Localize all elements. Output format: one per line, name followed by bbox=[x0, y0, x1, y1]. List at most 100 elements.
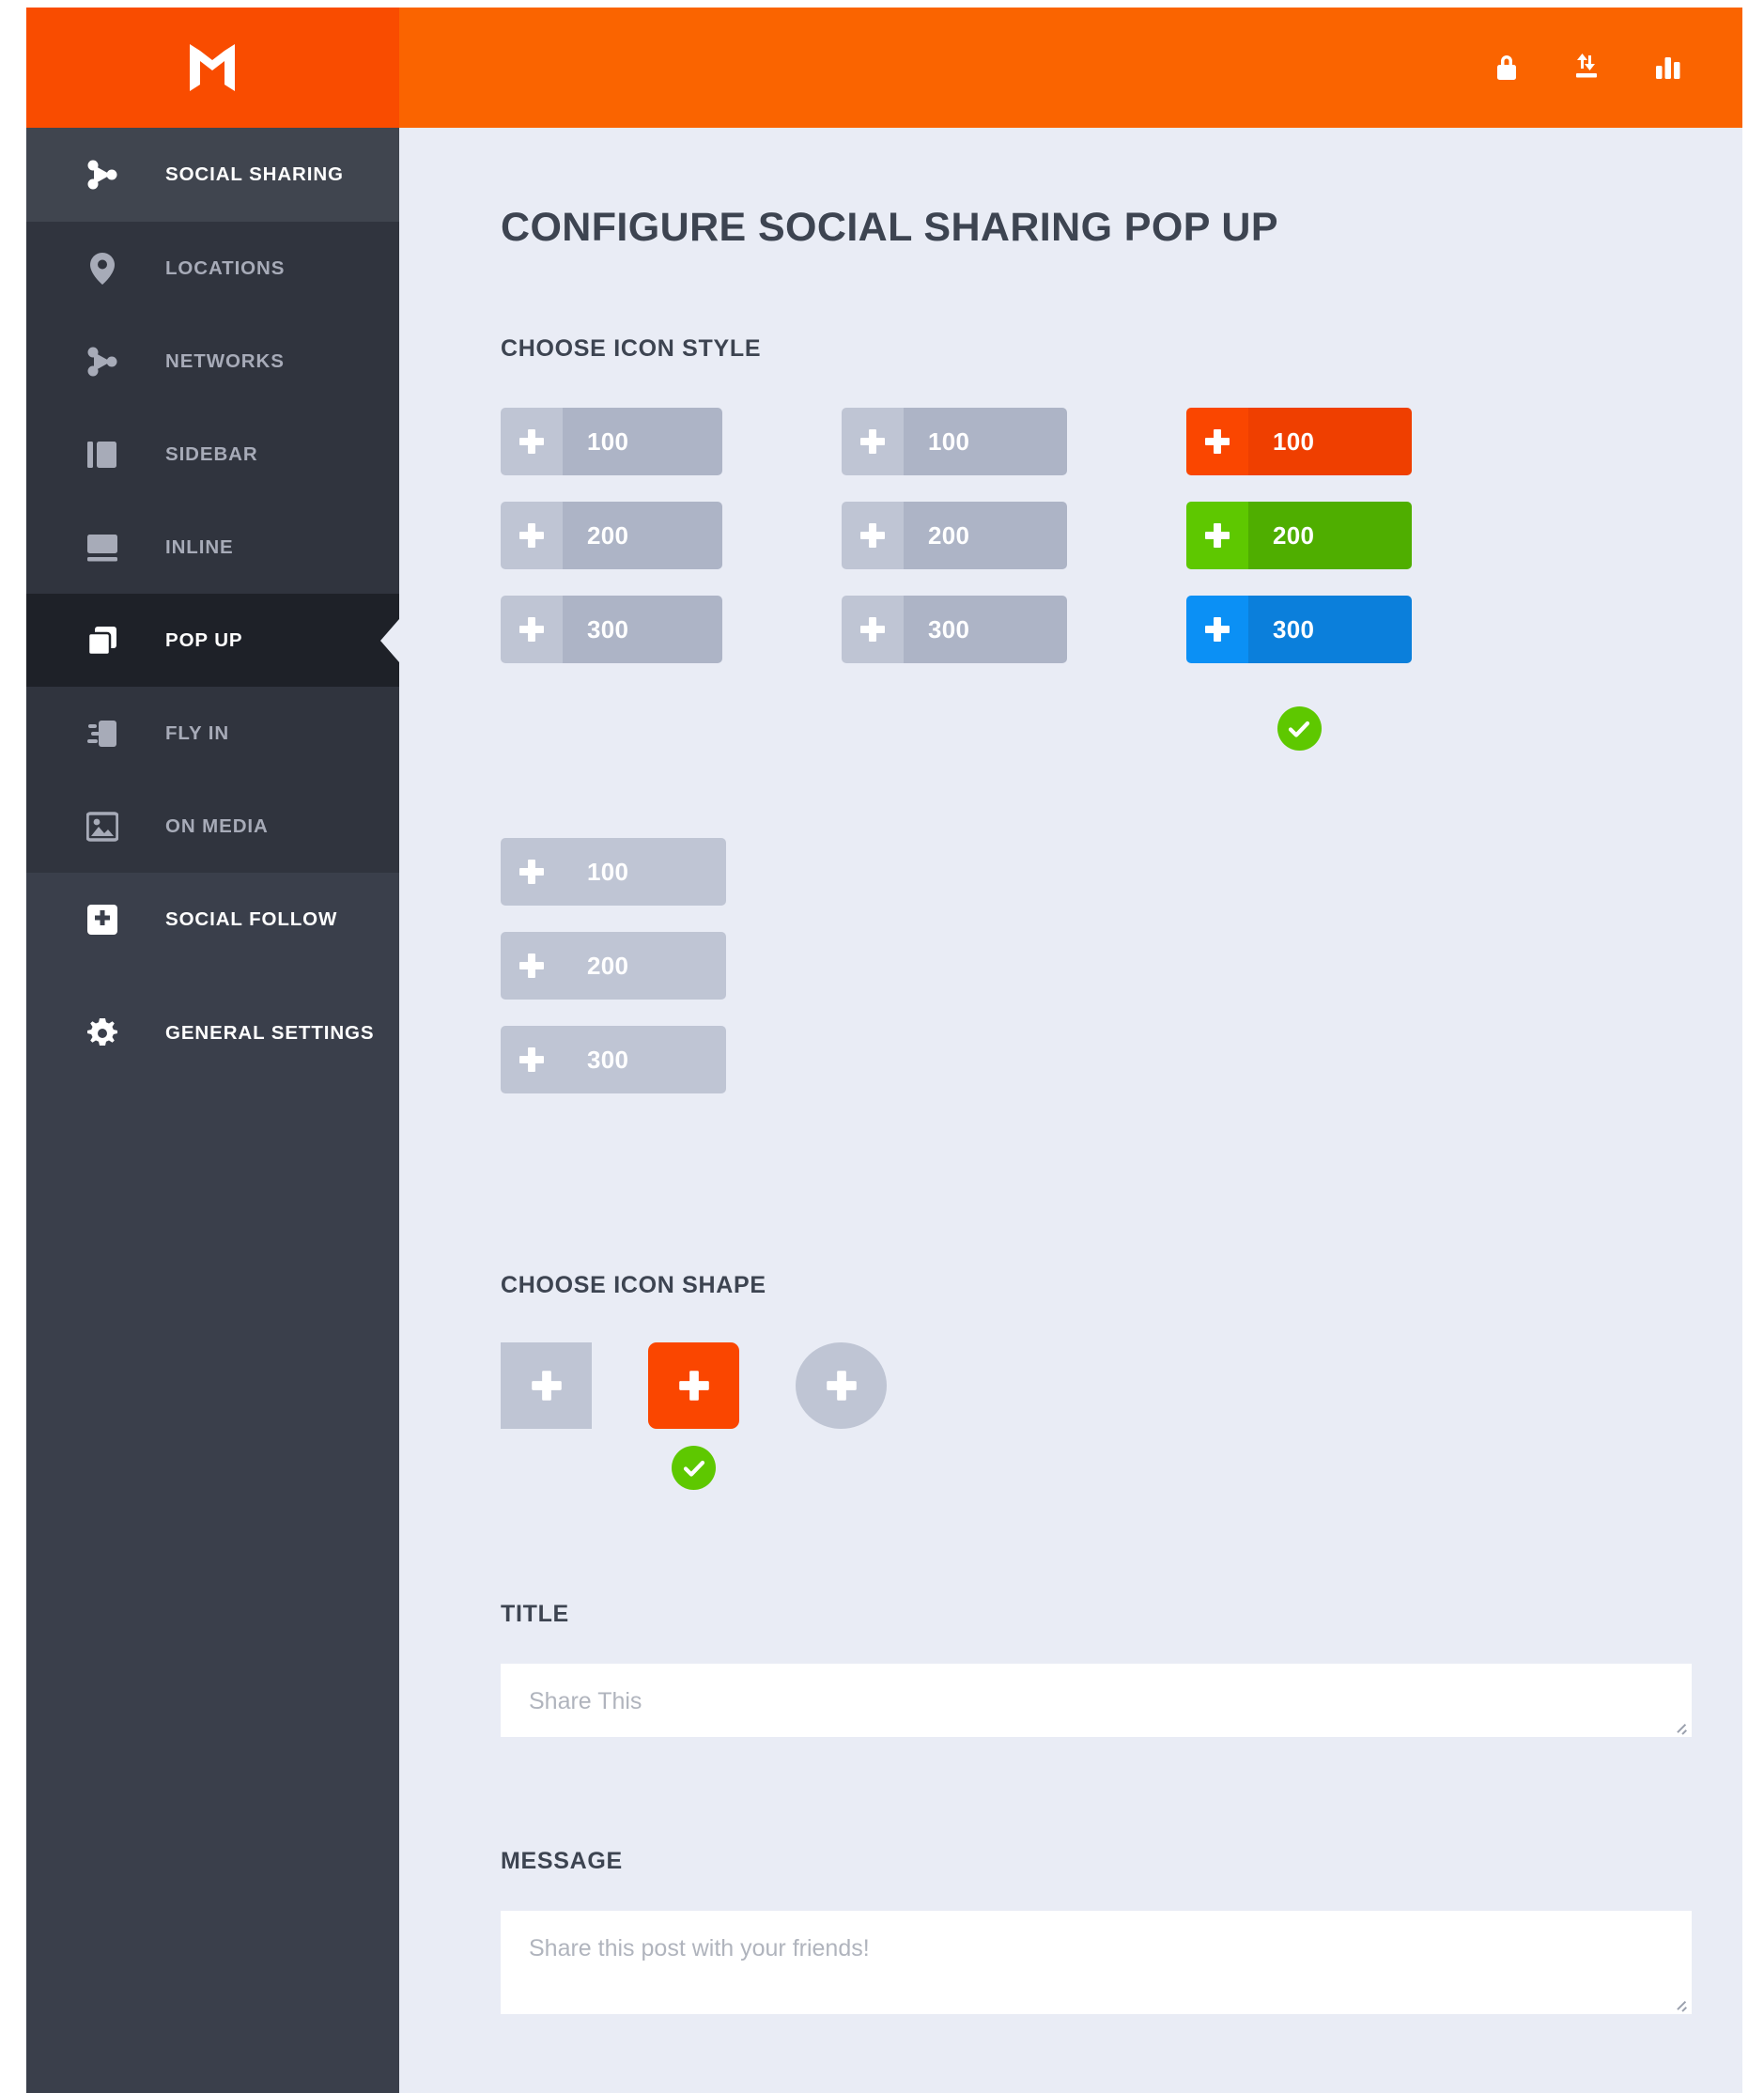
title-input[interactable] bbox=[501, 1664, 1692, 1737]
style-button[interactable]: 200 bbox=[842, 502, 1067, 569]
page-title: CONFIGURE SOCIAL SHARING POP UP bbox=[501, 205, 1278, 250]
gear-icon bbox=[85, 1015, 120, 1051]
plus-icon bbox=[501, 1026, 563, 1093]
lock-icon bbox=[1497, 55, 1516, 80]
top-header bbox=[26, 8, 1742, 128]
fly-in-icon bbox=[85, 716, 120, 752]
sidebar-item-on-media[interactable]: ON MEDIA bbox=[26, 780, 399, 873]
plus-icon bbox=[501, 932, 563, 1000]
share-count: 300 bbox=[1248, 596, 1412, 663]
style-button[interactable]: 200 bbox=[1186, 502, 1412, 569]
shape-circle[interactable] bbox=[796, 1342, 887, 1429]
share-count: 100 bbox=[904, 408, 1067, 475]
share-network-icon bbox=[85, 344, 120, 380]
plus-icon bbox=[678, 1371, 709, 1401]
title-label: TITLE bbox=[501, 1601, 569, 1627]
share-count: 100 bbox=[587, 857, 629, 886]
title-field-block: TITLE bbox=[501, 1601, 1742, 1737]
plus-icon bbox=[1186, 502, 1248, 569]
sidebar-item-general-settings[interactable]: GENERAL SETTINGS bbox=[26, 986, 399, 1079]
icon-shape-label: CHOOSE ICON SHAPE bbox=[501, 1272, 766, 1298]
share-count: 200 bbox=[563, 502, 722, 569]
shape-square[interactable] bbox=[501, 1342, 592, 1429]
share-network-icon bbox=[85, 157, 120, 193]
icon-style-label: CHOOSE ICON STYLE bbox=[501, 335, 762, 362]
lock-button[interactable] bbox=[1491, 52, 1523, 84]
shape-rounded[interactable] bbox=[648, 1342, 739, 1490]
sidebar-item-social-sharing[interactable]: SOCIAL SHARING bbox=[26, 128, 399, 222]
icon-shape-options bbox=[501, 1342, 1742, 1490]
share-count: 200 bbox=[904, 502, 1067, 569]
icon-shape-section: CHOOSE ICON SHAPE bbox=[501, 1272, 1742, 1490]
analytics-button[interactable] bbox=[1652, 52, 1684, 84]
map-pin-icon bbox=[85, 251, 120, 287]
sidebar-item-label: GENERAL SETTINGS bbox=[165, 1021, 375, 1044]
plus-icon bbox=[1186, 596, 1248, 663]
sidebar-item-sidebar[interactable]: SIDEBAR bbox=[26, 408, 399, 501]
plus-icon bbox=[501, 502, 563, 569]
sidebar-item-label: FLY IN bbox=[165, 721, 230, 744]
plus-icon bbox=[842, 596, 904, 663]
selected-indicator bbox=[1186, 706, 1412, 751]
style-button[interactable]: 200 bbox=[501, 932, 726, 1000]
style-button[interactable]: 100 bbox=[501, 408, 722, 475]
style-button[interactable]: 300 bbox=[842, 596, 1067, 663]
sidebar-item-label: NETWORKS bbox=[165, 349, 285, 372]
sidebar-nav: SOCIAL SHARING LOCATIONS NETWORKS SIDEBA… bbox=[26, 128, 399, 2093]
style-button[interactable]: 300 bbox=[1186, 596, 1412, 663]
plus-icon bbox=[842, 502, 904, 569]
bar-chart-icon bbox=[1656, 57, 1680, 79]
style-button[interactable]: 300 bbox=[501, 596, 722, 663]
sidebar-item-locations[interactable]: LOCATIONS bbox=[26, 222, 399, 315]
sidebar-item-label: INLINE bbox=[165, 535, 234, 558]
message-field-block: MESSAGE bbox=[501, 1848, 1742, 2014]
style-option-1[interactable]: 100 200 300 bbox=[501, 408, 722, 751]
sidebar-lower-group: SOCIAL FOLLOW GENERAL SETTINGS bbox=[26, 873, 399, 1079]
plus-icon bbox=[531, 1371, 562, 1401]
sidebar-item-inline[interactable]: INLINE bbox=[26, 501, 399, 594]
share-count: 300 bbox=[904, 596, 1067, 663]
share-count: 200 bbox=[587, 951, 629, 980]
share-count: 300 bbox=[587, 1045, 629, 1074]
sidebar-item-networks[interactable]: NETWORKS bbox=[26, 315, 399, 408]
style-option-2[interactable]: 100 200 300 bbox=[842, 408, 1067, 751]
check-circle-icon bbox=[672, 1446, 716, 1490]
sidebar-item-social-follow[interactable]: SOCIAL FOLLOW bbox=[26, 873, 399, 966]
shape-preview[interactable] bbox=[501, 1342, 592, 1429]
style-option-4[interactable]: 100 200 300 bbox=[501, 838, 1742, 1093]
style-option-3[interactable]: 100 200 300 bbox=[1186, 408, 1412, 751]
share-count: 300 bbox=[563, 596, 722, 663]
icon-style-options: 100 200 300 100 200 300 100 200 300 bbox=[501, 408, 1742, 751]
style-button[interactable]: 100 bbox=[842, 408, 1067, 475]
main-content: CONFIGURE SOCIAL SHARING POP UP CHOOSE I… bbox=[399, 128, 1742, 2093]
sidebar-item-fly-in[interactable]: FLY IN bbox=[26, 687, 399, 780]
sidebar-item-label: LOCATIONS bbox=[165, 256, 286, 279]
shape-preview[interactable] bbox=[796, 1342, 887, 1429]
plus-icon bbox=[842, 408, 904, 475]
icon-style-section: CHOOSE ICON STYLE 100 200 300 100 200 30… bbox=[501, 335, 1742, 1093]
active-indicator-notch bbox=[380, 618, 399, 662]
plus-icon bbox=[1186, 408, 1248, 475]
plus-icon bbox=[501, 596, 563, 663]
header-actions bbox=[1491, 52, 1742, 84]
m-logo-icon bbox=[189, 44, 235, 91]
selected-indicator bbox=[672, 1446, 716, 1490]
check-circle-icon bbox=[1277, 706, 1322, 751]
message-label: MESSAGE bbox=[501, 1848, 623, 1874]
title-input-wrapper bbox=[501, 1664, 1692, 1737]
shape-preview[interactable] bbox=[648, 1342, 739, 1429]
popup-windows-icon bbox=[85, 623, 120, 659]
style-button[interactable]: 100 bbox=[1186, 408, 1412, 475]
sidebar-item-pop-up[interactable]: POP UP bbox=[26, 594, 399, 687]
style-button[interactable]: 100 bbox=[501, 838, 726, 906]
style-button[interactable]: 300 bbox=[501, 1026, 726, 1093]
sidebar-item-label: SIDEBAR bbox=[165, 442, 258, 465]
sidebar-item-label: SOCIAL FOLLOW bbox=[165, 907, 338, 930]
app-logo[interactable] bbox=[26, 8, 399, 128]
message-input[interactable] bbox=[501, 1911, 1692, 2014]
sidebar-item-label: ON MEDIA bbox=[165, 814, 269, 837]
inline-block-icon bbox=[85, 530, 120, 566]
image-icon bbox=[85, 809, 120, 845]
import-export-button[interactable] bbox=[1571, 52, 1603, 84]
style-button[interactable]: 200 bbox=[501, 502, 722, 569]
